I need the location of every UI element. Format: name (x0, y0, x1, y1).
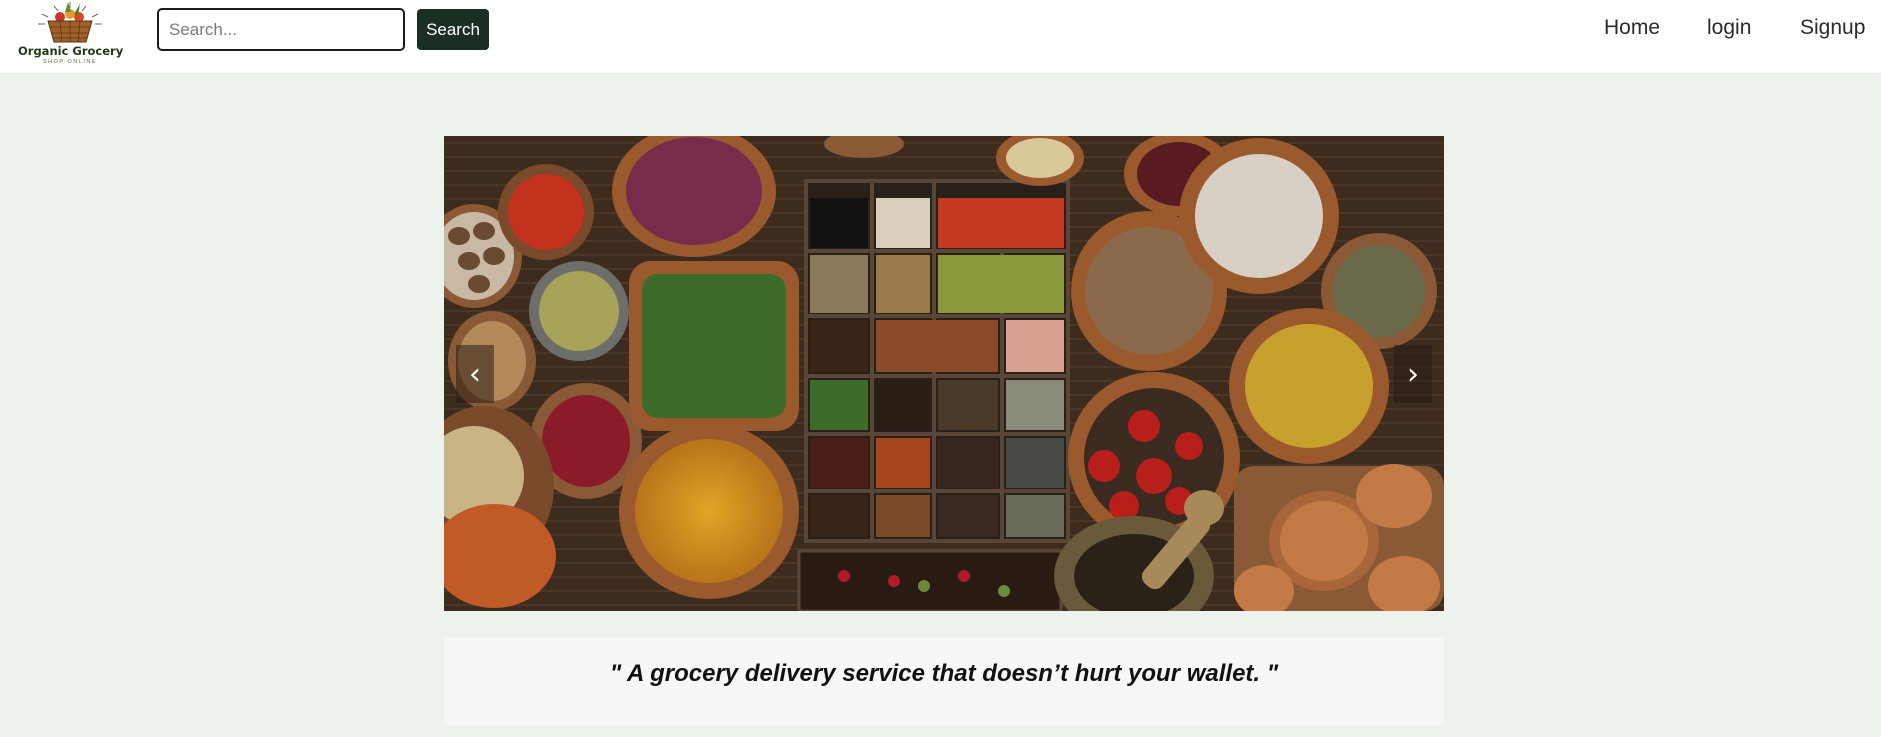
chevron-right-icon: › (1407, 356, 1419, 392)
carousel-slide[interactable] (444, 136, 1444, 611)
brand-name: Organic Grocery (18, 44, 124, 58)
brand-tagline: SHOP ONLINE (43, 59, 97, 65)
brand-logo[interactable]: Organic Grocery SHOP ONLINE (18, 0, 124, 68)
nav-link-login[interactable]: login (1707, 16, 1751, 40)
tagline-box: " A grocery delivery service that doesn’… (444, 637, 1444, 725)
navbar: Organic Grocery SHOP ONLINE Search Home … (0, 0, 1881, 74)
carousel-next-button[interactable]: › (1394, 345, 1432, 403)
spices-image (444, 136, 1444, 611)
grocery-basket-icon (38, 2, 102, 43)
nav-link-signup[interactable]: Signup (1800, 16, 1865, 40)
search-input[interactable] (157, 8, 405, 51)
chevron-left-icon: ‹ (469, 356, 481, 392)
nav-link-home[interactable]: Home (1604, 16, 1660, 40)
search-button[interactable]: Search (417, 9, 489, 50)
carousel-prev-button[interactable]: ‹ (456, 345, 494, 403)
tagline-quote: " A grocery delivery service that doesn’… (609, 660, 1279, 687)
